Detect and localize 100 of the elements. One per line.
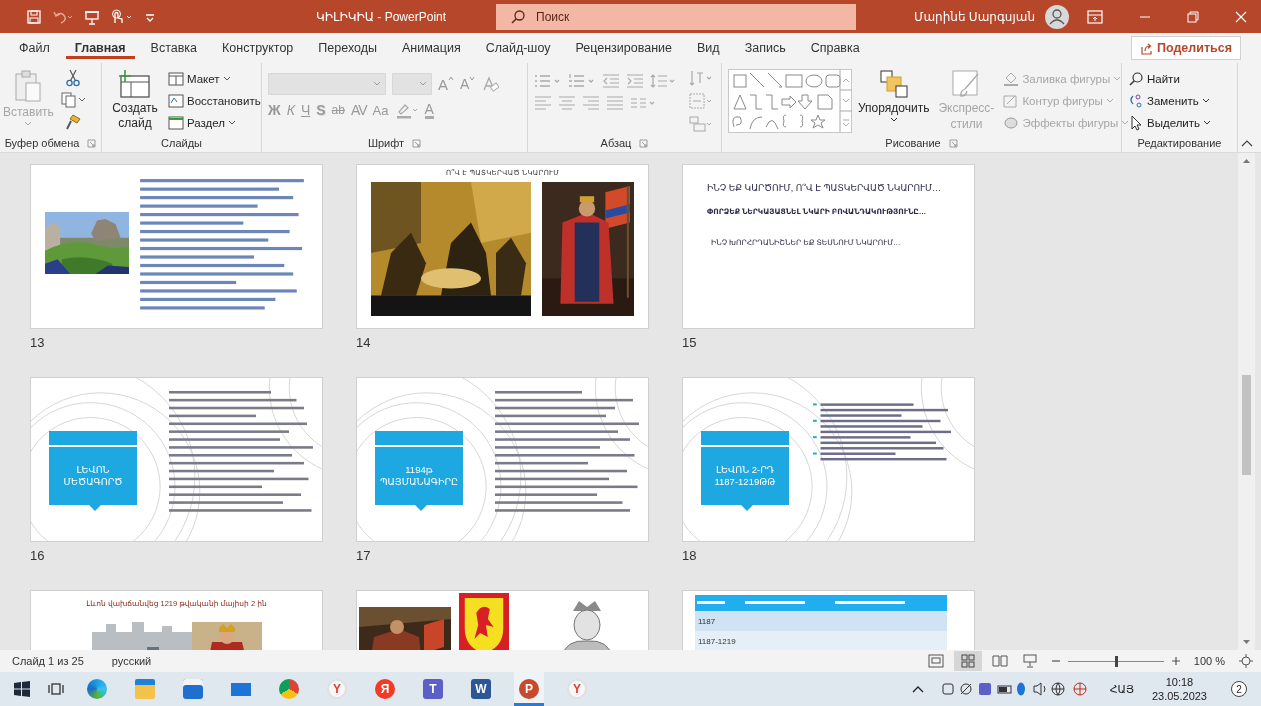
scissors-icon[interactable] — [64, 69, 81, 87]
arrange-icon — [878, 69, 909, 99]
task-view-icon[interactable] — [48, 681, 64, 697]
slide-number: 17 — [356, 547, 372, 565]
language-label[interactable]: русский — [111, 655, 152, 667]
notification-badge[interactable]: 2 — [1231, 681, 1247, 697]
text-direction-icon[interactable] — [689, 69, 713, 87]
line-spacing-icon[interactable] — [650, 73, 676, 89]
store-bag-icon[interactable] — [183, 679, 203, 699]
ribbon-display-icon[interactable] — [1087, 9, 1103, 24]
save-icon[interactable] — [26, 8, 42, 25]
dialog-launcher-icon[interactable] — [87, 138, 97, 148]
ribbon-button[interactable]: Раздел — [168, 113, 236, 132]
ribbon-tab[interactable]: Справка — [801, 37, 869, 59]
teams-icon[interactable]: T — [423, 679, 443, 699]
clock-time[interactable]: 10:18 — [1165, 674, 1194, 689]
table-cell-text: 1187 — [697, 616, 717, 626]
arrange-button[interactable]: Упорядочить — [858, 65, 930, 123]
zoom-in-icon[interactable] — [1171, 657, 1180, 665]
slide-counter: Слайд 1 из 25 — [12, 655, 84, 667]
slide-number: 15 — [682, 334, 698, 352]
clear-formatting-icon[interactable] — [481, 75, 500, 93]
slide-sorter-icon[interactable] — [953, 651, 982, 671]
dialog-launcher-icon[interactable] — [412, 138, 422, 148]
ribbon-tab[interactable]: Переходы — [309, 37, 386, 59]
scrollbar[interactable] — [1238, 153, 1255, 650]
browser-icon[interactable]: Я — [375, 679, 395, 699]
replace-icon — [1128, 92, 1144, 109]
ribbon-tab[interactable]: Вид — [688, 37, 729, 59]
powerpoint-icon[interactable]: P — [519, 679, 539, 699]
caret-icon — [373, 81, 381, 87]
ribbon-button[interactable]: Найти — [1128, 69, 1180, 88]
dialog-launcher-icon[interactable] — [948, 138, 958, 148]
reading-view-icon[interactable] — [991, 654, 1008, 668]
word-icon[interactable]: W — [471, 679, 491, 699]
zoom-slider[interactable] — [1067, 655, 1164, 667]
keyboard-language[interactable]: ՀԱՅ — [1109, 682, 1134, 696]
ribbon-button[interactable]: Заменить — [1128, 91, 1210, 110]
collapse-ribbon-icon[interactable] — [1241, 139, 1253, 147]
search-icon — [510, 8, 526, 25]
slideshow-icon[interactable] — [1021, 654, 1038, 668]
ribbon-tab[interactable]: Запись — [735, 37, 795, 59]
ribbon-tab[interactable]: Файл — [10, 37, 59, 59]
slide-thumbnail[interactable]: 1187 1187-1219 — [682, 590, 975, 650]
slide-text: ԻՆՉ ԵՔ ԿԱՐԾՈՒՄ, Ո՞Վ Է ՊԱՏԿԵՐՎԱԾ ՆԿԱՐՈՒՄ… — [707, 183, 942, 193]
avatar-icon[interactable] — [1045, 4, 1069, 29]
touch-icon[interactable] — [110, 8, 134, 25]
windows-start-icon[interactable] — [14, 681, 30, 697]
ribbon-button[interactable]: Выделить — [1128, 113, 1212, 132]
group-label: Рисование — [885, 137, 941, 149]
ribbon-button[interactable]: Восстановить — [168, 91, 261, 110]
layout-icon — [168, 93, 184, 108]
pen-icon — [1003, 93, 1020, 108]
scroll-down-icon[interactable] — [1242, 638, 1251, 646]
browser-icon[interactable] — [279, 679, 299, 699]
ribbon-tab[interactable]: Рецензирование — [566, 37, 681, 59]
font-size-field[interactable] — [392, 73, 432, 95]
caret-icon — [1201, 97, 1210, 104]
zoom-out-icon[interactable] — [1051, 657, 1060, 665]
browser-icon[interactable] — [87, 679, 107, 699]
ribbon-tab[interactable]: Анимация — [392, 37, 470, 59]
paint-bucket-icon — [1003, 71, 1020, 86]
ribbon-tab[interactable]: Главная — [65, 37, 135, 59]
layout-icon — [168, 115, 184, 130]
clock-date[interactable]: 23.05.2023 — [1151, 689, 1207, 704]
folder-icon[interactable] — [135, 679, 155, 699]
group-label: Абзац — [600, 137, 632, 149]
shape-effects-icon — [1003, 115, 1020, 130]
scroll-up-icon[interactable] — [1242, 157, 1251, 165]
dialog-launcher-icon[interactable] — [639, 138, 649, 148]
new-slide-button[interactable]: Создать слайд — [108, 65, 162, 131]
fit-to-window-icon[interactable] — [1239, 654, 1253, 668]
close-icon[interactable] — [1235, 10, 1247, 23]
chevron-up-icon[interactable] — [911, 684, 924, 694]
ribbon-button[interactable]: Макет — [168, 69, 231, 88]
search-field[interactable]: Поиск — [496, 3, 856, 30]
ribbon-tab[interactable]: Слайд-шоу — [476, 37, 560, 59]
normal-view-icon[interactable] — [927, 654, 944, 668]
font-name-field[interactable] — [268, 73, 386, 95]
shape-gallery[interactable] — [728, 69, 852, 133]
browser-icon[interactable]: Y — [567, 679, 587, 699]
caret-icon — [1105, 97, 1114, 104]
group-label: Редактирование — [1137, 137, 1222, 149]
ribbon-tab[interactable]: Вставка — [141, 37, 207, 59]
ribbon-tab[interactable]: Конструктор — [213, 37, 303, 59]
restore-icon[interactable] — [1187, 10, 1199, 23]
format-painter-icon[interactable] — [63, 113, 82, 131]
layout-icon — [168, 71, 184, 86]
presentation-icon[interactable] — [84, 8, 100, 25]
scroll-thumb[interactable] — [1242, 375, 1251, 475]
slide-thumbnail[interactable] — [30, 164, 323, 329]
zoom-level[interactable]: 100 % — [1193, 655, 1225, 667]
caret-icon — [419, 81, 427, 87]
callout-title: 1194թ ՊԱՅՄԱՆԱԳԻՐԸ — [378, 463, 460, 489]
caret-icon — [1113, 75, 1122, 82]
caret-icon — [448, 75, 454, 81]
browser-icon[interactable]: Y — [327, 679, 347, 699]
share-button[interactable]: Поделиться — [1130, 36, 1241, 60]
caret-icon — [469, 76, 476, 81]
copy-icon[interactable] — [59, 91, 86, 109]
